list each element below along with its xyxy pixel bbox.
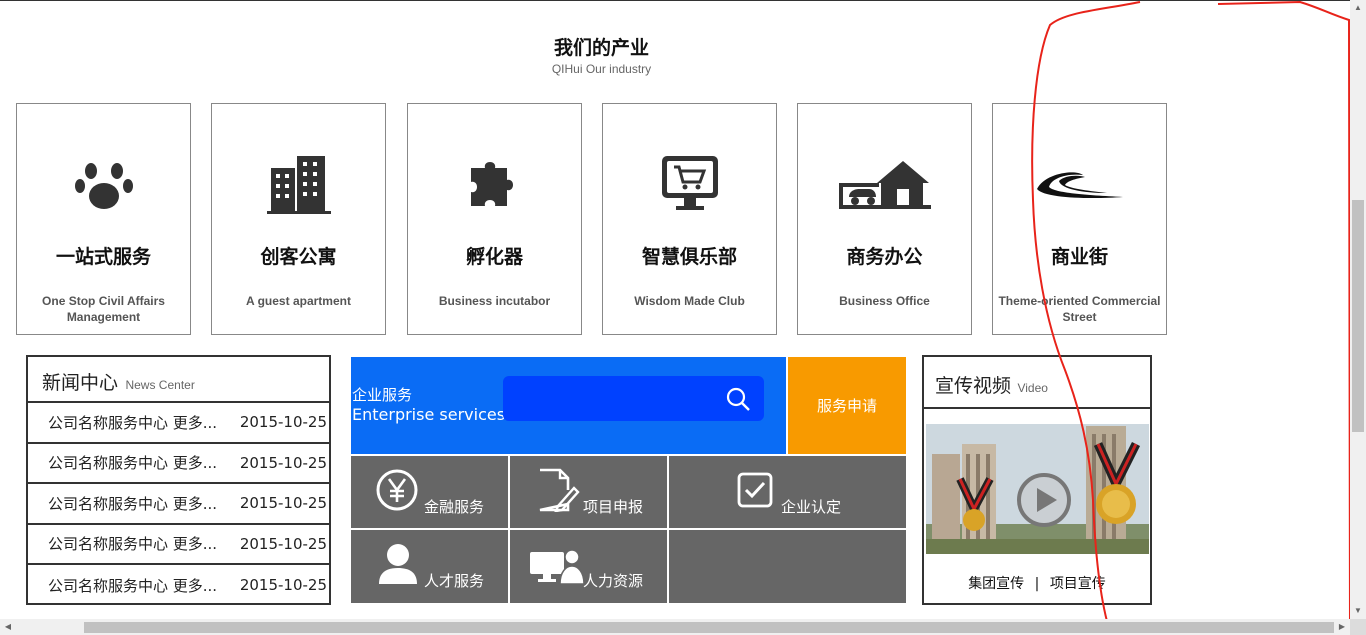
- section-header: 我们的产业 QIHui Our industry: [0, 33, 1203, 76]
- industry-card-title: 孵化器: [465, 246, 523, 268]
- industry-card-apartment[interactable]: 创客公寓 A guest apartment: [211, 103, 386, 335]
- search-icon[interactable]: [726, 387, 750, 416]
- cart-monitor-icon: [603, 152, 776, 216]
- puzzle-icon: [408, 152, 581, 216]
- scroll-down-arrow-icon[interactable]: ▼: [1350, 603, 1366, 619]
- news-center-subtitle: News Center: [125, 378, 195, 392]
- news-item-title[interactable]: 公司名称服务中心 更多...: [48, 412, 217, 433]
- news-item-date: 2015-10-25: [239, 453, 327, 472]
- industry-card-title: 商业街: [1050, 246, 1108, 268]
- person-icon: [377, 542, 419, 590]
- news-list-item[interactable]: 公司名称服务中心 更多... 2015-10-25: [28, 444, 329, 484]
- enterprise-search-input[interactable]: [503, 376, 764, 421]
- industry-card-subtitle: Wisdom Made Club: [634, 294, 745, 308]
- news-item-title[interactable]: 公司名称服务中心 更多...: [48, 452, 217, 473]
- tile-label: 金融服务: [424, 498, 485, 516]
- video-thumbnail[interactable]: [926, 424, 1149, 554]
- video-title: 宣传视频: [935, 375, 1012, 397]
- industry-card-subtitle: One Stop Civil Affairs Management: [42, 294, 165, 324]
- video-subtitle: Video: [1017, 381, 1048, 395]
- horizontal-scrollbar[interactable]: ◀ ▶: [0, 619, 1350, 635]
- news-center-header: 新闻中心 News Center: [28, 357, 329, 403]
- tile-project-declaration[interactable]: 项目申报: [510, 456, 667, 528]
- industry-card-subtitle: Business Office: [839, 294, 930, 308]
- top-border-line: [0, 0, 1350, 1]
- news-list-item[interactable]: 公司名称服务中心 更多... 2015-10-25: [28, 403, 329, 444]
- paw-icon: [17, 152, 190, 216]
- scroll-left-arrow-icon[interactable]: ◀: [0, 619, 16, 635]
- tile-empty: [669, 530, 906, 603]
- tile-talent-service[interactable]: 人才服务: [351, 530, 508, 603]
- section-subtitle: QIHui Our industry: [551, 62, 652, 76]
- tile-label: 人才服务: [424, 572, 485, 590]
- industry-card-subtitle: Business incutabor: [438, 294, 551, 308]
- industry-card-title: 一站式服务: [55, 246, 151, 268]
- vertical-scrollbar[interactable]: ▲ ▼: [1350, 0, 1366, 619]
- enterprise-services-label: 企业服务 Enterprise services: [352, 385, 505, 425]
- enterprise-services-panel: 企业服务 Enterprise services: [351, 357, 786, 454]
- news-item-title[interactable]: 公司名称服务中心 更多...: [48, 533, 217, 554]
- section-title: 我们的产业: [553, 37, 649, 59]
- yen-icon: [375, 468, 419, 516]
- news-center-title: 新闻中心: [42, 372, 119, 394]
- industry-card-title: 创客公寓: [260, 246, 337, 268]
- tile-enterprise-certification[interactable]: 企业认定: [669, 456, 906, 528]
- news-item-date: 2015-10-25: [239, 494, 327, 513]
- tile-label: 项目申报: [583, 498, 644, 516]
- scroll-up-arrow-icon[interactable]: ▲: [1350, 0, 1366, 16]
- news-list-item[interactable]: 公司名称服务中心 更多... 2015-10-25: [28, 565, 329, 606]
- industry-card-title: 智慧俱乐部: [641, 246, 737, 268]
- video-link-project[interactable]: 项目宣传: [1050, 576, 1106, 592]
- tile-label: 人力资源: [583, 572, 644, 590]
- news-item-date: 2015-10-25: [239, 534, 327, 553]
- industry-card-club[interactable]: 智慧俱乐部 Wisdom Made Club: [602, 103, 777, 335]
- tile-human-resources[interactable]: 人力资源: [510, 530, 667, 603]
- industry-card-incubator[interactable]: 孵化器 Business incutabor: [407, 103, 582, 335]
- tile-finance-service[interactable]: 金融服务: [351, 456, 508, 528]
- news-center-panel: 新闻中心 News Center 公司名称服务中心 更多... 2015-10-…: [26, 355, 331, 605]
- document-edit-icon: [536, 468, 580, 516]
- video-links: 集团宣传 | 项目宣传: [924, 573, 1150, 593]
- news-item-title[interactable]: 公司名称服务中心 更多...: [48, 493, 217, 514]
- video-link-separator: |: [1034, 576, 1040, 592]
- video-link-group[interactable]: 集团宣传: [968, 576, 1024, 592]
- industry-card-subtitle: A guest apartment: [246, 294, 351, 308]
- scroll-right-arrow-icon[interactable]: ▶: [1334, 619, 1350, 635]
- industry-card-one-stop[interactable]: 一站式服务 One Stop Civil Affairs Management: [16, 103, 191, 335]
- industry-card-title: 商务办公: [846, 246, 923, 268]
- enterprise-label-cn: 企业服务: [352, 386, 413, 404]
- horizontal-scroll-thumb[interactable]: [84, 622, 1334, 633]
- news-list-item[interactable]: 公司名称服务中心 更多... 2015-10-25: [28, 525, 329, 565]
- news-item-date: 2015-10-25: [239, 576, 327, 595]
- tile-label: 企业认定: [781, 498, 842, 516]
- industry-card-office[interactable]: 商务办公 Business Office: [797, 103, 972, 335]
- house-car-icon: [798, 152, 971, 216]
- enterprise-label-en: Enterprise services: [352, 405, 506, 424]
- scrollbar-corner: [1350, 619, 1366, 635]
- vertical-scroll-thumb[interactable]: [1352, 200, 1364, 432]
- checkbox-icon: [737, 472, 773, 512]
- buildings-icon: [212, 152, 385, 216]
- computer-user-icon: [530, 548, 585, 588]
- video-panel: 宣传视频 Video 集团宣传 | 项目宣传: [922, 355, 1152, 605]
- video-header: 宣传视频 Video: [924, 357, 1150, 409]
- industry-card-subtitle: Theme-oriented Commercial Street: [998, 294, 1161, 324]
- service-apply-button[interactable]: 服务申请: [788, 357, 906, 454]
- news-item-date: 2015-10-25: [239, 413, 327, 432]
- road-icon: [993, 152, 1166, 216]
- news-item-title[interactable]: 公司名称服务中心 更多...: [48, 575, 217, 596]
- news-list-item[interactable]: 公司名称服务中心 更多... 2015-10-25: [28, 484, 329, 525]
- industry-card-commercial-street[interactable]: 商业街 Theme-oriented Commercial Street: [992, 103, 1167, 335]
